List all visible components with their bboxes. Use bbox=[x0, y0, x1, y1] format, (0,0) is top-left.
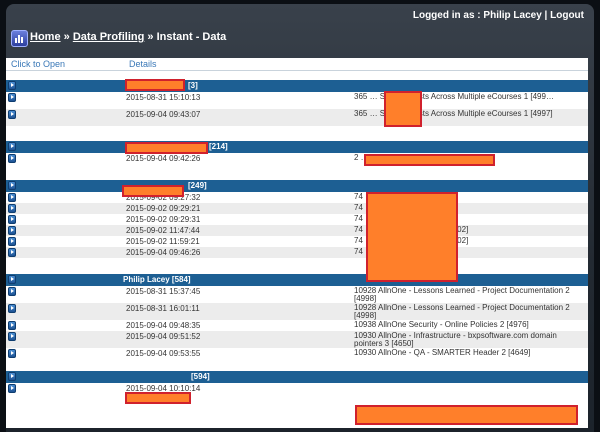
group-name: Philip Lacey bbox=[123, 275, 170, 284]
col-click-to-open: Click to Open bbox=[11, 59, 66, 69]
row-timestamp: 2015-09-02 09:29:21 bbox=[126, 204, 201, 213]
table-row: 2015-09-02 11:47:4474 … Satisfaction Sur… bbox=[6, 225, 588, 236]
row-timestamp: 2015-09-04 09:51:52 bbox=[126, 332, 201, 341]
table-row: 2015-09-04 09:48:35 10938 AllnOne Securit… bbox=[6, 320, 588, 331]
open-group-button[interactable] bbox=[8, 275, 16, 284]
group-count: [3] bbox=[188, 81, 198, 90]
open-record-button[interactable] bbox=[8, 304, 16, 313]
row-timestamp: 2015-08-31 15:10:13 bbox=[126, 93, 201, 102]
open-record-button[interactable] bbox=[8, 332, 16, 341]
open-record-button[interactable] bbox=[8, 248, 16, 257]
row-detail[interactable]: 10928 AllnOne - Lessons Learned - Projec… bbox=[354, 304, 584, 320]
row-detail[interactable]: 10930 AllnOne - QA - SMARTER Header 2 [4… bbox=[354, 349, 584, 357]
group-header: [214] bbox=[6, 141, 588, 153]
open-record-button[interactable] bbox=[8, 321, 16, 330]
table-row: 2015-09-04 09:53:55 10930 AllnOne - QA - … bbox=[6, 348, 588, 359]
open-group-button[interactable] bbox=[8, 142, 16, 151]
breadcrumb-separator: » bbox=[63, 31, 70, 43]
table-row: 2015-08-31 16:01:11 10928 AllnOne - Lesso… bbox=[6, 303, 588, 320]
table-row: 2015-09-02 11:59:2174 … Satisfaction Sur… bbox=[6, 236, 588, 247]
table-row: 2015-09-04 10:10:14 bbox=[6, 383, 588, 394]
open-record-button[interactable] bbox=[8, 384, 16, 393]
group-count: [249] bbox=[188, 181, 207, 190]
redaction-box bbox=[122, 185, 184, 197]
table-row: 2015-08-31 15:37:45 10928 AllnOne - Lesso… bbox=[6, 286, 588, 303]
breadcrumb-home[interactable]: Home bbox=[30, 31, 61, 43]
open-record-button[interactable] bbox=[8, 93, 16, 102]
table-row: 2015-09-04 09:42:26 2 … Training Course … bbox=[6, 153, 588, 170]
row-timestamp: 2015-08-31 15:37:45 bbox=[126, 287, 201, 296]
open-record-button[interactable] bbox=[8, 349, 16, 358]
logged-in-status[interactable]: Logged in as : Philip Lacey | Logout bbox=[413, 10, 584, 21]
group-header: [3] bbox=[6, 80, 588, 92]
table-header: Click to Open Details bbox=[6, 58, 588, 71]
open-record-button[interactable] bbox=[8, 237, 16, 246]
open-group-button[interactable] bbox=[8, 181, 16, 190]
table-row: 2015-09-02 09:29:3174 … Project [5001] bbox=[6, 214, 588, 225]
group-header: [594] bbox=[6, 371, 588, 383]
table-row: 2015-09-04 09:46:2674 … Project [4984] bbox=[6, 247, 588, 258]
redaction-box bbox=[364, 154, 495, 166]
group-count: [214] bbox=[209, 142, 228, 151]
redaction-box bbox=[355, 405, 578, 425]
redaction-box bbox=[125, 142, 208, 154]
breadcrumb-separator: » bbox=[147, 31, 154, 43]
col-details: Details bbox=[129, 59, 157, 69]
table-row: 2015-09-02 09:27:3274 … Project [5001] bbox=[6, 192, 588, 203]
group-header: Philip Lacey [584] bbox=[6, 274, 588, 286]
row-timestamp: 2015-09-04 09:53:55 bbox=[126, 349, 201, 358]
chart-logo-icon bbox=[11, 30, 28, 47]
open-record-button[interactable] bbox=[8, 154, 16, 163]
open-record-button[interactable] bbox=[8, 287, 16, 296]
open-record-button[interactable] bbox=[8, 204, 16, 213]
row-detail[interactable]: 10930 AllnOne - Infrastructure - bxpsoft… bbox=[354, 332, 584, 348]
breadcrumb-current: Instant - Data bbox=[156, 31, 227, 43]
row-timestamp: 2015-08-31 16:01:11 bbox=[126, 304, 200, 313]
table-row: 2015-09-02 09:29:2174 … Project [5001] bbox=[6, 203, 588, 214]
row-detail[interactable]: 10928 AllnOne - Lessons Learned - Projec… bbox=[354, 287, 584, 303]
redaction-box bbox=[125, 79, 185, 91]
row-timestamp: 2015-09-04 09:46:26 bbox=[126, 248, 201, 257]
row-timestamp: 2015-09-04 09:43:07 bbox=[126, 110, 201, 119]
open-record-button[interactable] bbox=[8, 215, 16, 224]
redaction-box bbox=[384, 91, 422, 127]
breadcrumb-data-profiling[interactable]: Data Profiling bbox=[73, 31, 145, 43]
group-header: [249] bbox=[6, 180, 588, 192]
row-timestamp: 2015-09-02 11:47:44 bbox=[126, 226, 200, 235]
row-timestamp: 2015-09-04 09:48:35 bbox=[126, 321, 201, 330]
breadcrumb: Home » Data Profiling » Instant - Data bbox=[30, 31, 226, 43]
group-count: [584] bbox=[171, 275, 191, 284]
open-record-button[interactable] bbox=[8, 226, 16, 235]
table-row: 2015-09-04 09:43:07 365 … Splitting Test… bbox=[6, 109, 588, 126]
redaction-box bbox=[125, 392, 191, 404]
redaction-box bbox=[366, 192, 458, 282]
open-group-button[interactable] bbox=[8, 372, 16, 381]
open-group-button[interactable] bbox=[8, 81, 16, 90]
row-timestamp: 2015-09-02 11:59:21 bbox=[126, 237, 200, 246]
row-detail[interactable]: 10938 AllnOne Security - Online Policies… bbox=[354, 321, 584, 329]
row-timestamp: 2015-09-02 09:29:31 bbox=[126, 215, 201, 224]
group-count: [594] bbox=[191, 372, 210, 381]
open-record-button[interactable] bbox=[8, 193, 16, 202]
row-timestamp: 2015-09-04 09:42:26 bbox=[126, 154, 201, 163]
open-record-button[interactable] bbox=[8, 110, 16, 119]
table-row: 2015-08-31 15:10:13 365 … Splitting Test… bbox=[6, 92, 588, 109]
table-row: 2015-09-04 09:51:52 10930 AllnOne - Infra… bbox=[6, 331, 588, 348]
results-panel: Click to Open Details [3] 2015-08-31 15:… bbox=[6, 58, 588, 428]
